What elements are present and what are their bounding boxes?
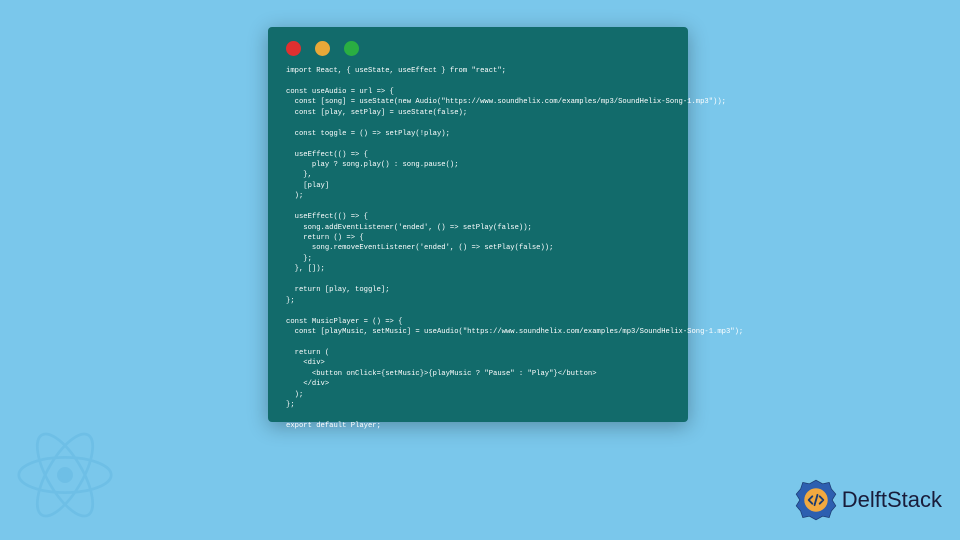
window-controls — [268, 27, 688, 56]
code-window: import React, { useState, useEffect } fr… — [268, 27, 688, 422]
brand-name: DelftStack — [842, 487, 942, 513]
delftstack-badge-icon — [794, 478, 838, 522]
maximize-icon — [344, 41, 359, 56]
react-atom-icon — [10, 420, 120, 530]
code-block: import React, { useState, useEffect } fr… — [268, 56, 688, 443]
delftstack-logo: DelftStack — [794, 478, 942, 522]
minimize-icon — [315, 41, 330, 56]
close-icon — [286, 41, 301, 56]
